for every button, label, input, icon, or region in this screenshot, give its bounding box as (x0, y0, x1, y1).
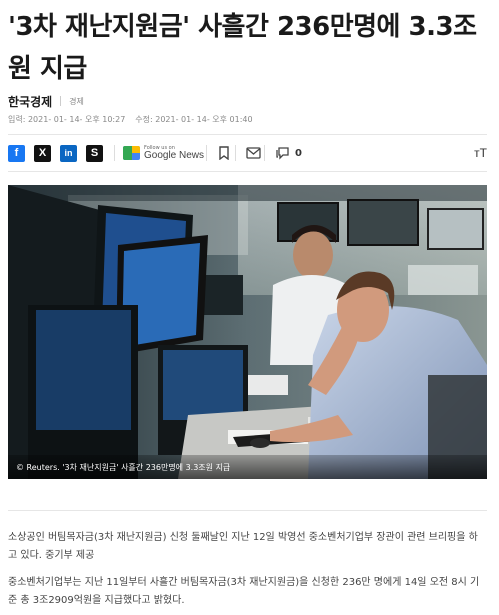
divider (8, 134, 487, 135)
linkedin-share-button[interactable]: in (60, 144, 77, 162)
published-date: 입력: 2021- 01- 14- 오후 10:27 (8, 115, 126, 124)
x-share-button[interactable]: X (34, 144, 51, 162)
mail-button[interactable] (244, 144, 262, 162)
share-bar: f X in S Follow us on Google News 0 ᴛT (8, 142, 487, 164)
comment-button[interactable] (273, 144, 291, 162)
bookmark-icon (219, 146, 229, 160)
share-separator (264, 145, 266, 161)
date-info: 입력: 2021- 01- 14- 오후 10:27 수정: 2021- 01-… (8, 114, 253, 125)
divider (8, 171, 487, 172)
article-paragraph: 중소벤처기업부는 지난 11일부터 사흘간 버팀목자금(3차 재난지원금)을 신… (8, 577, 480, 606)
article-photo: © Reuters. '3차 재난지원금' 사흘간 236만명에 3.3조원 지… (8, 185, 487, 479)
google-news-label: Google News (144, 149, 205, 161)
comment-count: 0 (295, 147, 302, 159)
article-title: '3차 재난지원금' 사흘간 236만명에 3.3조원 지급 (8, 12, 477, 84)
comment-icon (275, 147, 289, 160)
source-logo[interactable]: 한국경제 (8, 93, 52, 110)
google-news-icon (123, 146, 140, 160)
office-photo-illustration (8, 185, 487, 479)
photo-caption: © Reuters. '3차 재난지원금' 사흘간 236만명에 3.3조원 지… (8, 455, 487, 479)
facebook-share-button[interactable]: f (8, 144, 25, 162)
updated-date: 수정: 2021- 01- 14- 오후 01:40 (135, 115, 253, 124)
google-news-button[interactable]: Follow us on Google News (123, 145, 205, 161)
mail-icon (245, 147, 261, 159)
category-label[interactable]: 경제 (69, 96, 84, 107)
article-paragraph: 소상공인 버팀목자금(3차 재난지원금) 신청 둘째날인 지난 12일 박영선 … (8, 532, 478, 561)
source-separator (60, 96, 62, 106)
share-separator (235, 145, 237, 161)
google-news-text: Follow us on Google News (144, 145, 205, 161)
bookmark-button[interactable] (215, 144, 233, 162)
text-size-button[interactable]: ᴛT (474, 146, 487, 160)
share-separator (114, 145, 115, 161)
share-separator (206, 145, 208, 161)
divider (8, 510, 487, 511)
source-row: 한국경제 경제 (8, 92, 84, 110)
other-share-button[interactable]: S (86, 144, 103, 162)
